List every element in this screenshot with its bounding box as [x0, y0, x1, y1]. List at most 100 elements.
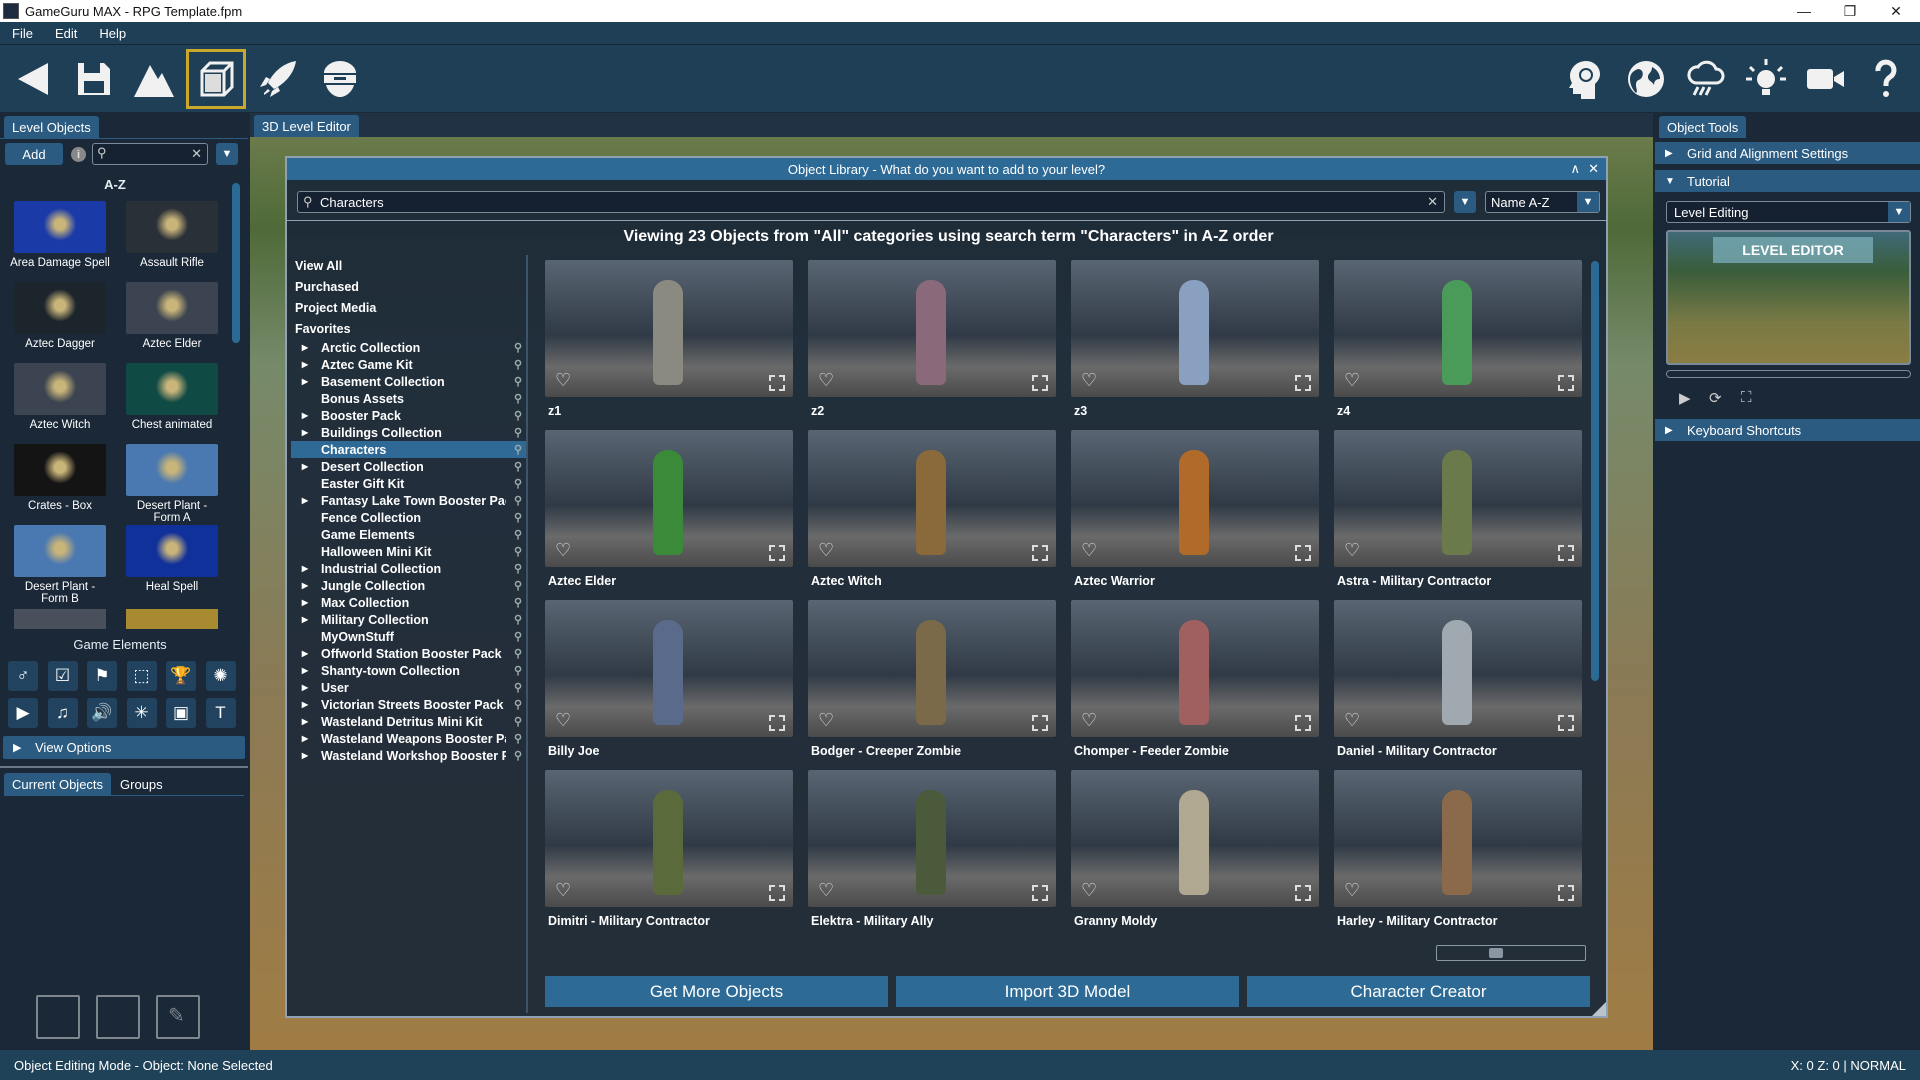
expand-arrow-icon[interactable]: ▶	[299, 360, 311, 369]
fullscreen-icon[interactable]: ⛶	[1741, 389, 1752, 406]
sort-select[interactable]: Name A-Z ▼	[1485, 191, 1600, 213]
pin-icon[interactable]: ⚲	[514, 477, 522, 490]
expand-arrow-icon[interactable]: ▶	[299, 717, 311, 726]
object-preview[interactable]: ♡	[808, 260, 1056, 397]
category-project-media[interactable]: Project Media	[291, 297, 526, 318]
save-button[interactable]	[64, 49, 124, 109]
favorite-heart-icon[interactable]: ♡	[555, 880, 571, 901]
category-item[interactable]: Bonus Assets ⚲	[291, 390, 526, 407]
edit-group-button[interactable]: ✎	[156, 995, 200, 1039]
object-card[interactable]: ♡ z3	[1071, 260, 1319, 418]
pin-icon[interactable]: ⚲	[514, 545, 522, 558]
clear-search-icon[interactable]: ✕	[191, 146, 202, 162]
category-item[interactable]: ▶ Wasteland Workshop Booster Pa ⚲	[291, 747, 526, 764]
object-preview[interactable]: ♡	[1334, 260, 1582, 397]
category-item[interactable]: ▶ Offworld Station Booster Pack ⚲	[291, 645, 526, 662]
favorite-heart-icon[interactable]: ♡	[555, 710, 571, 731]
object-card[interactable]: ♡ Aztec Warrior	[1071, 430, 1319, 588]
terrain-button[interactable]	[124, 49, 184, 109]
pin-icon[interactable]: ⚲	[514, 562, 522, 575]
category-item[interactable]: ▶ Basement Collection ⚲	[291, 373, 526, 390]
level-object-item[interactable]: Chest animated	[122, 363, 222, 431]
object-preview[interactable]: ♡	[1071, 260, 1319, 397]
expand-arrow-icon[interactable]: ▶	[299, 564, 311, 573]
category-item[interactable]: Fence Collection ⚲	[291, 509, 526, 526]
category-favorites[interactable]: Favorites	[291, 318, 526, 339]
category-item[interactable]: ▶ Wasteland Weapons Booster Pac ⚲	[291, 730, 526, 747]
pin-icon[interactable]: ⚲	[514, 426, 522, 439]
object-preview[interactable]: ♡	[545, 600, 793, 737]
object-card[interactable]: ♡ Bodger - Creeper Zombie	[808, 600, 1056, 758]
music-icon[interactable]: ♫	[47, 698, 78, 728]
tab-current-objects[interactable]: Current Objects	[4, 773, 112, 795]
level-object-item[interactable]: Aztec Dagger	[10, 282, 110, 350]
add-button[interactable]: Add	[5, 143, 63, 165]
pin-icon[interactable]: ⚲	[514, 698, 522, 711]
category-item[interactable]: Characters ⚲	[291, 441, 526, 458]
menu-file[interactable]: File	[0, 26, 43, 41]
object-card[interactable]: ♡ z2	[808, 260, 1056, 418]
pin-icon[interactable]: ⚲	[514, 715, 522, 728]
pin-icon[interactable]: ⚲	[514, 681, 522, 694]
back-button[interactable]	[4, 49, 64, 109]
video-progress-bar[interactable]	[1666, 370, 1911, 378]
category-item[interactable]: ▶ Fantasy Lake Town Booster Pack ⚲	[291, 492, 526, 509]
expand-preview-icon[interactable]	[1295, 545, 1311, 561]
expand-preview-icon[interactable]	[1558, 375, 1574, 391]
object-card[interactable]: ♡ Daniel - Military Contractor	[1334, 600, 1582, 758]
pin-icon[interactable]: ⚲	[514, 647, 522, 660]
favorite-heart-icon[interactable]: ♡	[555, 540, 571, 561]
favorite-heart-icon[interactable]: ♡	[818, 710, 834, 731]
favorite-heart-icon[interactable]: ♡	[818, 880, 834, 901]
expand-arrow-icon[interactable]: ▶	[299, 666, 311, 675]
expand-arrow-icon[interactable]: ▶	[299, 598, 311, 607]
info-icon[interactable]: i	[71, 147, 86, 162]
favorite-heart-icon[interactable]: ♡	[818, 370, 834, 391]
category-item[interactable]: ▶ Industrial Collection ⚲	[291, 560, 526, 577]
expand-arrow-icon[interactable]: ▶	[299, 683, 311, 692]
object-card[interactable]: ♡ Granny Moldy	[1071, 770, 1319, 928]
camera-button[interactable]	[1796, 49, 1856, 109]
category-purchased[interactable]: Purchased	[291, 276, 526, 297]
particle-icon[interactable]: ✳	[126, 698, 157, 728]
pin-icon[interactable]: ⚲	[514, 460, 522, 473]
object-card[interactable]: ♡ Elektra - Military Ally	[808, 770, 1056, 928]
level-object-item[interactable]: Aztec Witch	[10, 363, 110, 431]
category-item[interactable]: ▶ Victorian Streets Booster Pack ⚲	[291, 696, 526, 713]
object-preview[interactable]: ♡	[1071, 430, 1319, 567]
object-preview[interactable]: ♡	[545, 770, 793, 907]
expand-preview-icon[interactable]	[1295, 715, 1311, 731]
expand-arrow-icon[interactable]: ▶	[299, 649, 311, 658]
pin-icon[interactable]: ⚲	[514, 528, 522, 541]
menu-edit[interactable]: Edit	[43, 26, 87, 41]
favorite-heart-icon[interactable]: ♡	[1081, 880, 1097, 901]
favorite-heart-icon[interactable]: ♡	[1344, 370, 1360, 391]
object-preview[interactable]: ♡	[545, 260, 793, 397]
character-creator-button[interactable]: Character Creator	[1247, 976, 1590, 1007]
collapse-icon[interactable]: ∧	[1570, 161, 1580, 177]
trophy-icon[interactable]: 🏆	[166, 661, 196, 691]
category-item[interactable]: MyOwnStuff ⚲	[291, 628, 526, 645]
level-object-item[interactable]: Desert Plant - Form B	[10, 525, 110, 605]
grid-alignment-section[interactable]: ▶ Grid and Alignment Settings	[1655, 142, 1920, 164]
object-card[interactable]: ♡ Aztec Witch	[808, 430, 1056, 588]
thumbnail-size-slider[interactable]	[1436, 945, 1586, 961]
object-card[interactable]: ♡ Billy Joe	[545, 600, 793, 758]
help-button[interactable]	[1856, 49, 1916, 109]
keyboard-shortcuts-section[interactable]: ▶ Keyboard Shortcuts	[1655, 419, 1920, 441]
category-item[interactable]: ▶ Shanty-town Collection ⚲	[291, 662, 526, 679]
category-item[interactable]: ▶ Max Collection ⚲	[291, 594, 526, 611]
objects-scrollbar[interactable]	[232, 183, 240, 343]
lighting-button[interactable]	[1736, 49, 1796, 109]
expand-arrow-icon[interactable]: ▶	[299, 496, 311, 505]
level-object-item[interactable]: Desert Plant - Form A	[122, 444, 222, 524]
object-preview[interactable]: ♡	[808, 600, 1056, 737]
object-preview[interactable]: ♡	[1071, 600, 1319, 737]
expand-preview-icon[interactable]	[769, 545, 785, 561]
group-objects-button[interactable]	[36, 995, 80, 1039]
pin-icon[interactable]: ⚲	[514, 409, 522, 422]
restore-button[interactable]: ❐	[1828, 0, 1872, 22]
object-search-input[interactable]: ⚲ ✕	[92, 143, 208, 165]
category-item[interactable]: ▶ Military Collection ⚲	[291, 611, 526, 628]
favorite-heart-icon[interactable]: ♡	[1081, 710, 1097, 731]
